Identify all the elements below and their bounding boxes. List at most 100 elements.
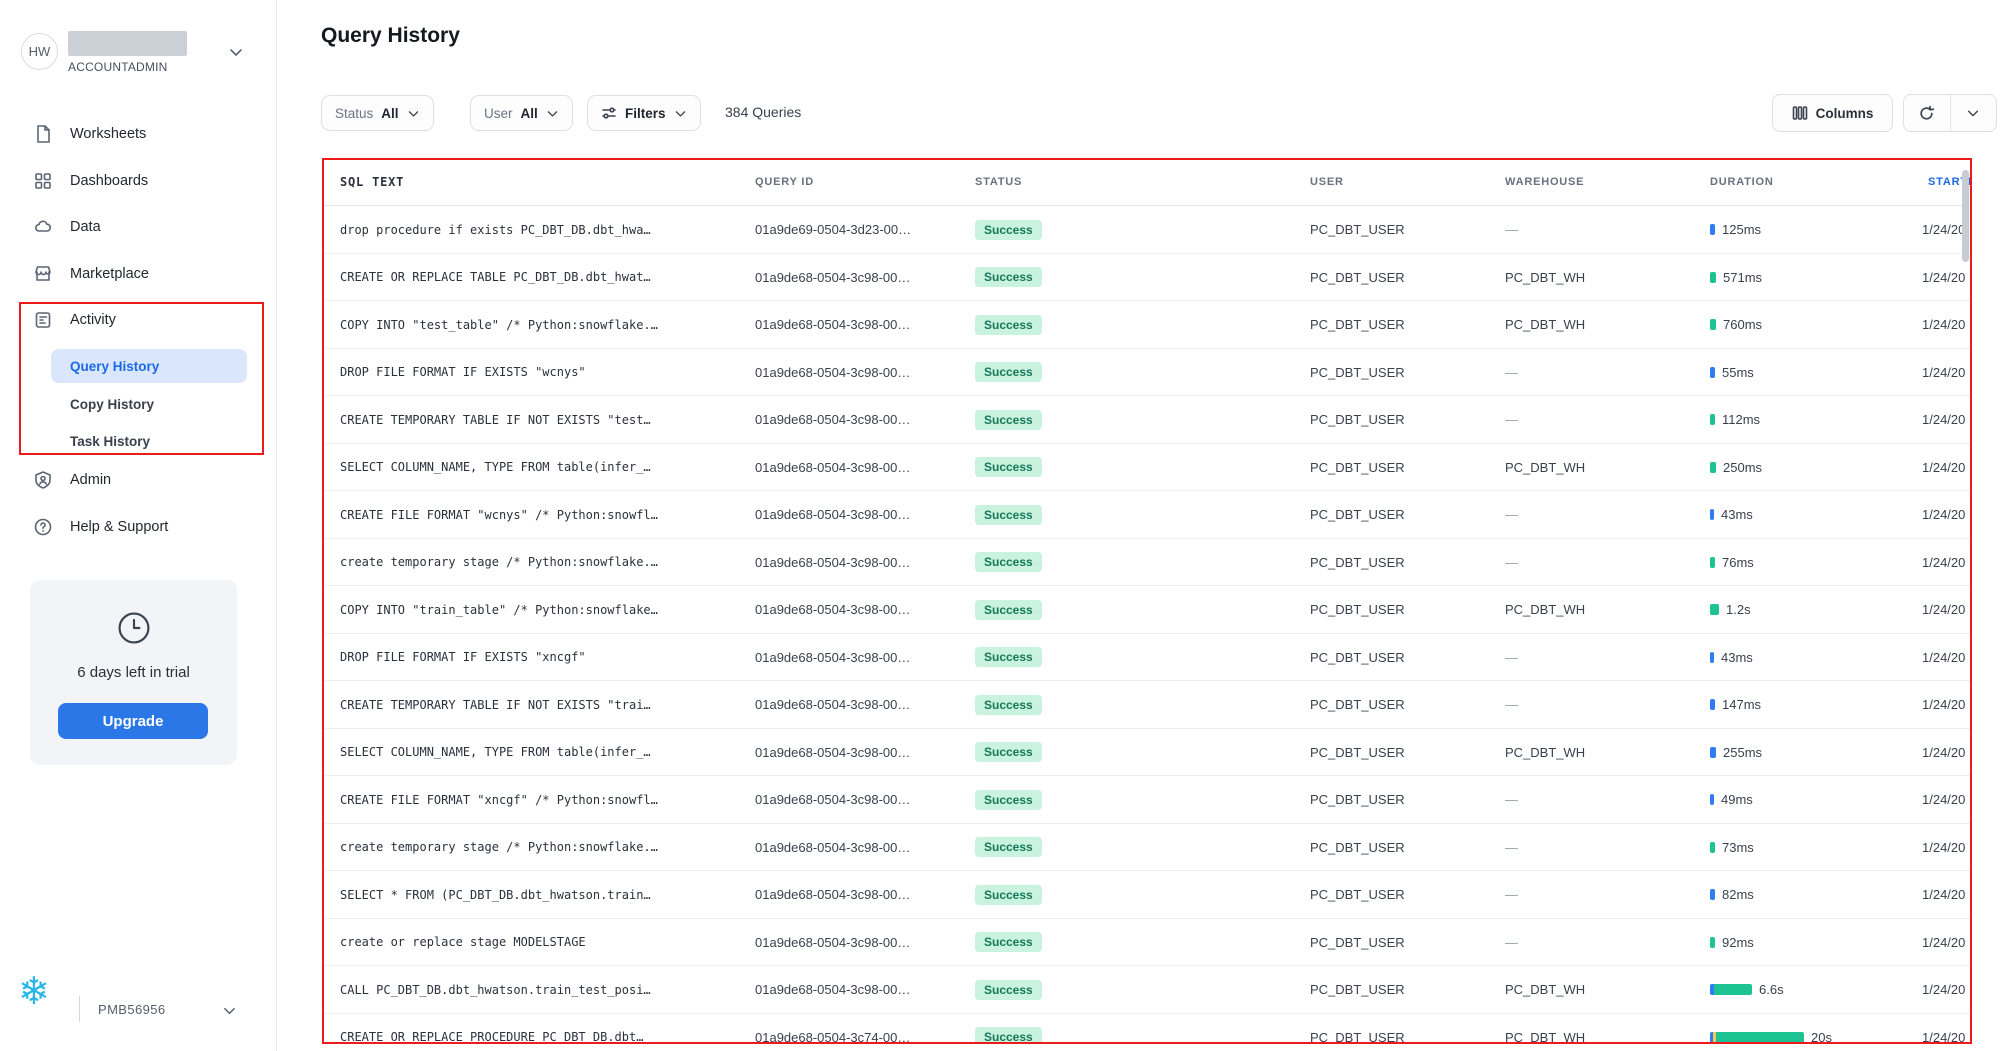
sidebar-item-activity[interactable]: Activity [33,307,116,333]
duration-bar [1710,937,1715,948]
status-badge: Success [975,552,1042,572]
warehouse-cell: PC_DBT_WH [1505,586,1685,634]
query-id-cell[interactable]: 01a9de68-0504-3c98-00… [755,349,965,397]
table-row[interactable]: CREATE TEMPORARY TABLE IF NOT EXISTS "tr… [322,681,1972,729]
chevron-down-icon [1966,106,1980,120]
query-id-cell[interactable]: 01a9de68-0504-3c98-00… [755,681,965,729]
query-id-cell[interactable]: 01a9de68-0504-3c98-00… [755,539,965,587]
table-row[interactable]: create temporary stage /* Python:snowfla… [322,824,1972,872]
user-cell: PC_DBT_USER [1310,634,1490,682]
duration-bar [1710,224,1715,235]
column-header-sql-text[interactable]: SQL TEXT [340,158,745,206]
duration-bar [1710,272,1716,283]
sidebar-item-worksheets[interactable]: Worksheets [33,121,146,147]
table-row[interactable]: create temporary stage /* Python:snowfla… [322,539,1972,587]
table-row[interactable]: SELECT * FROM (PC_DBT_DB.dbt_hwatson.tra… [322,871,1972,919]
column-header-warehouse[interactable]: WAREHOUSE [1505,158,1685,206]
column-header-query-id[interactable]: QUERY ID [755,158,965,206]
start-time-cell: 1/24/20 [1922,776,1972,824]
upgrade-button[interactable]: Upgrade [58,703,208,739]
table-row[interactable]: CREATE OR REPLACE PROCEDURE PC_DBT_DB.db… [322,1014,1972,1045]
vertical-scrollbar-thumb[interactable] [1962,170,1969,262]
table-row[interactable]: COPY INTO "train_table" /* Python:snowfl… [322,586,1972,634]
query-id-cell[interactable]: 01a9de68-0504-3c98-00… [755,301,965,349]
duration-cell: 1.2s [1710,586,1900,634]
user-cell: PC_DBT_USER [1310,396,1490,444]
table-row[interactable]: CALL PC_DBT_DB.dbt_hwatson.train_test_po… [322,966,1972,1014]
warehouse-cell: — [1505,491,1685,539]
status-cell: Success [975,444,1175,492]
sidebar-item-admin[interactable]: Admin [33,467,111,493]
table-row[interactable]: CREATE OR REPLACE TABLE PC_DBT_DB.dbt_hw… [322,254,1972,302]
query-id-cell[interactable]: 01a9de68-0504-3c98-00… [755,586,965,634]
query-id-cell[interactable]: 01a9de68-0504-3c98-00… [755,634,965,682]
status-filter[interactable]: Status All [321,95,434,131]
status-badge: Success [975,600,1042,620]
user-filter[interactable]: User All [470,95,573,131]
user-cell: PC_DBT_USER [1310,871,1490,919]
column-header-duration[interactable]: DURATION [1710,158,1900,206]
duration-value: 92ms [1722,935,1754,950]
table-row[interactable]: DROP FILE FORMAT IF EXISTS "xncgf" 01a9d… [322,634,1972,682]
query-id-cell[interactable]: 01a9de68-0504-3c74-00… [755,1014,965,1045]
sql-text-cell: SELECT COLUMN_NAME, TYPE FROM table(infe… [340,444,745,492]
query-id-cell[interactable]: 01a9de68-0504-3c98-00… [755,396,965,444]
duration-value: 20s [1811,1030,1832,1044]
table-row[interactable]: CREATE FILE FORMAT "wcnys" /* Python:sno… [322,491,1972,539]
avatar[interactable]: HW [21,33,58,70]
sidebar-item-query-history[interactable]: Query History [51,349,247,383]
user-cell: PC_DBT_USER [1310,539,1490,587]
table-row[interactable]: SELECT COLUMN_NAME, TYPE FROM table(infe… [322,729,1972,777]
query-id-cell[interactable]: 01a9de68-0504-3c98-00… [755,966,965,1014]
status-badge: Success [975,837,1042,857]
sidebar-subitem-label: Query History [70,359,159,374]
user-cell: PC_DBT_USER [1310,966,1490,1014]
duration-cell: 6.6s [1710,966,1900,1014]
clock-icon [116,610,152,646]
query-id-cell[interactable]: 01a9de69-0504-3d23-00… [755,206,965,254]
query-id-cell[interactable]: 01a9de68-0504-3c98-00… [755,729,965,777]
warehouse-cell: — [1505,634,1685,682]
query-id-cell[interactable]: 01a9de68-0504-3c98-00… [755,776,965,824]
table-row[interactable]: CREATE FILE FORMAT "xncgf" /* Python:sno… [322,776,1972,824]
sliders-icon [601,105,617,121]
account-chevron-down-icon[interactable] [228,44,244,65]
table-row[interactable]: SELECT COLUMN_NAME, TYPE FROM table(infe… [322,444,1972,492]
duration-cell: 760ms [1710,301,1900,349]
sidebar-item-dashboards[interactable]: Dashboards [33,168,148,194]
table-row[interactable]: drop procedure if exists PC_DBT_DB.dbt_h… [322,206,1972,254]
query-id-cell[interactable]: 01a9de68-0504-3c98-00… [755,444,965,492]
sql-text-cell: SELECT * FROM (PC_DBT_DB.dbt_hwatson.tra… [340,871,745,919]
sidebar-item-help-support[interactable]: Help & Support [33,514,168,540]
table-row[interactable]: CREATE TEMPORARY TABLE IF NOT EXISTS "te… [322,396,1972,444]
account-switcher-chevron-down-icon[interactable] [222,1003,237,1023]
query-id-cell[interactable]: 01a9de68-0504-3c98-00… [755,491,965,539]
duration-value: 6.6s [1759,982,1784,997]
sidebar-item-data[interactable]: Data [33,214,101,240]
table-row[interactable]: create or replace stage MODELSTAGE 01a9d… [322,919,1972,967]
query-id-cell[interactable]: 01a9de68-0504-3c98-00… [755,871,965,919]
activity-icon [33,310,53,330]
warehouse-cell: PC_DBT_WH [1505,966,1685,1014]
filters-button[interactable]: Filters [587,95,701,131]
refresh-button[interactable] [1904,95,1950,131]
column-header-user[interactable]: USER [1310,158,1490,206]
table-row[interactable]: DROP FILE FORMAT IF EXISTS "wcnys" 01a9d… [322,349,1972,397]
sidebar-item-task-history[interactable]: Task History [70,430,150,452]
query-id-cell[interactable]: 01a9de68-0504-3c98-00… [755,254,965,302]
column-header-status[interactable]: STATUS [975,158,1175,206]
duration-value: 76ms [1722,555,1754,570]
query-id-cell[interactable]: 01a9de68-0504-3c98-00… [755,824,965,872]
duration-value: 49ms [1721,792,1753,807]
refresh-options-chevron[interactable] [1951,95,1997,131]
status-cell: Success [975,681,1175,729]
user-cell: PC_DBT_USER [1310,729,1490,777]
table-row[interactable]: COPY INTO "test_table" /* Python:snowfla… [322,301,1972,349]
snowflake-logo[interactable]: ❄ [18,973,50,1011]
sidebar-item-marketplace[interactable]: Marketplace [33,261,149,287]
duration-value: 255ms [1723,745,1762,760]
columns-button[interactable]: Columns [1772,94,1893,132]
query-id-cell[interactable]: 01a9de68-0504-3c98-00… [755,919,965,967]
sidebar-item-copy-history[interactable]: Copy History [70,393,154,415]
sql-text-cell: COPY INTO "test_table" /* Python:snowfla… [340,301,745,349]
